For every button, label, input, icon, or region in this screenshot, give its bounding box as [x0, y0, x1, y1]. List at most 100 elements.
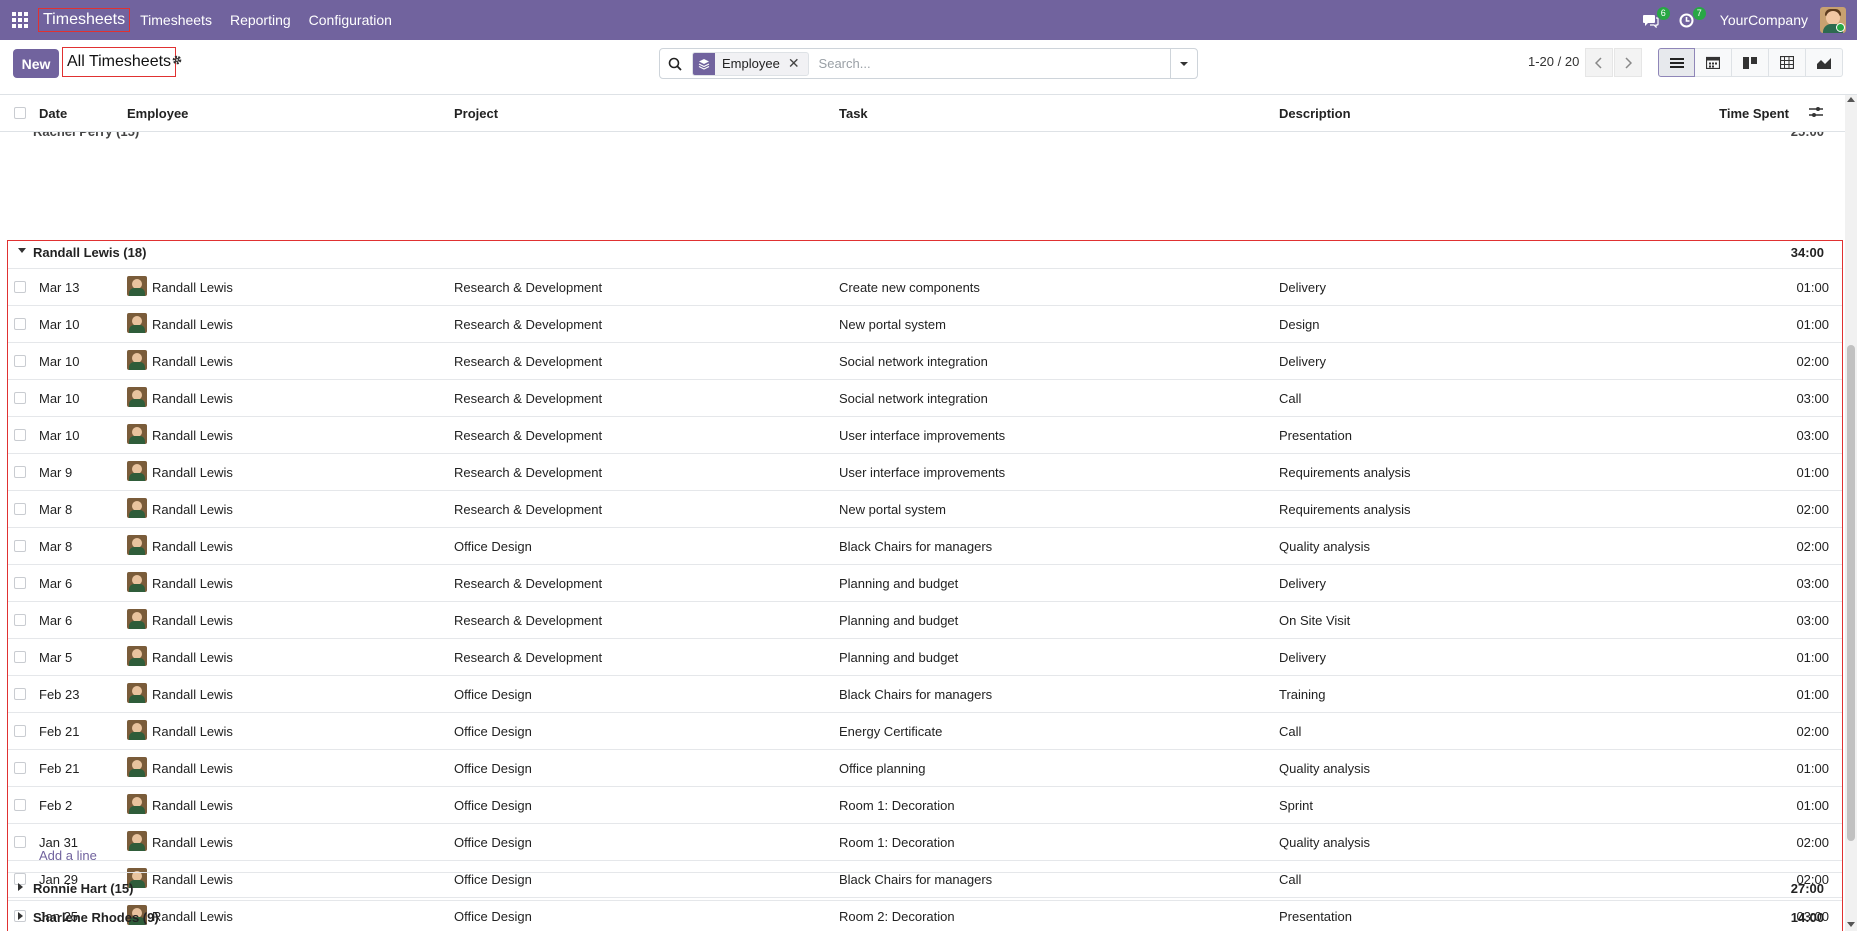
employee-cell[interactable]: Randall Lewis [152, 761, 233, 776]
menu-configuration[interactable]: Configuration [309, 12, 392, 28]
scroll-thumb[interactable] [1847, 345, 1855, 841]
employee-cell[interactable]: Randall Lewis [152, 465, 233, 480]
row-checkbox[interactable] [14, 466, 26, 478]
table-row[interactable]: Mar 10 Randall Lewis Research & Developmen… [7, 379, 1843, 416]
search-icon[interactable] [660, 57, 690, 71]
table-row[interactable]: Mar 9 Randall Lewis Research & Development… [7, 453, 1843, 490]
employee-cell[interactable]: Randall Lewis [152, 354, 233, 369]
calendar-view-icon[interactable] [1695, 48, 1732, 77]
employee-cell[interactable]: Randall Lewis [152, 502, 233, 517]
scroll-down-icon[interactable] [1847, 922, 1855, 927]
row-checkbox[interactable] [14, 577, 26, 589]
table-row[interactable]: Feb 2 Randall Lewis Office Design Room 1: D… [7, 786, 1843, 823]
date-cell: Feb 21 [39, 724, 80, 739]
table-row[interactable]: Mar 10 Randall Lewis Research & Developmen… [7, 342, 1843, 379]
group-label: Ronnie Hart (15) [33, 881, 134, 896]
select-all-checkbox[interactable] [14, 107, 26, 119]
search-input[interactable] [816, 55, 1170, 72]
employee-cell[interactable]: Randall Lewis [152, 428, 233, 443]
employee-cell[interactable]: Randall Lewis [152, 317, 233, 332]
group-total: 34:00 [1790, 245, 1824, 260]
column-employee[interactable]: Employee [127, 106, 188, 121]
column-time-spent[interactable]: Time Spent [1719, 106, 1789, 121]
employee-cell[interactable]: Randall Lewis [152, 613, 233, 628]
search-options-toggle[interactable] [1170, 49, 1197, 78]
list-view-icon[interactable] [1658, 48, 1695, 77]
messages-icon[interactable]: 6 [1640, 7, 1670, 31]
employee-cell[interactable]: Randall Lewis [152, 539, 233, 554]
row-checkbox[interactable] [14, 540, 26, 552]
add-line-link[interactable]: Add a line [39, 848, 97, 863]
table-row[interactable]: Mar 8 Randall Lewis Research & Development… [7, 490, 1843, 527]
employee-cell[interactable]: Randall Lewis [152, 724, 233, 739]
pivot-view-icon[interactable] [1769, 48, 1806, 77]
kanban-view-icon[interactable] [1732, 48, 1769, 77]
gear-icon[interactable] [171, 54, 185, 68]
task-cell: Social network integration [839, 354, 988, 369]
task-cell: Office planning [839, 761, 926, 776]
time-spent-cell: 03:00 [1796, 391, 1829, 406]
optional-columns-toggle-icon[interactable] [1809, 106, 1823, 121]
table-row[interactable]: Jan 31 Randall Lewis Office Design Room 1: … [7, 823, 1843, 860]
employee-cell[interactable]: Randall Lewis [152, 798, 233, 813]
scroll-up-icon[interactable] [1847, 97, 1855, 102]
apps-menu-icon[interactable] [0, 0, 40, 40]
table-row[interactable]: Mar 5 Randall Lewis Research & Development… [7, 638, 1843, 675]
employee-cell[interactable]: Randall Lewis [152, 687, 233, 702]
row-checkbox[interactable] [14, 355, 26, 367]
pager-value[interactable]: 1-20 / 20 [1528, 54, 1579, 69]
time-spent-cell: 03:00 [1796, 613, 1829, 628]
employee-cell[interactable]: Randall Lewis [152, 650, 233, 665]
menu-timesheets[interactable]: Timesheets [140, 12, 212, 28]
table-row[interactable]: Mar 6 Randall Lewis Research & Development… [7, 601, 1843, 638]
app-brand[interactable]: Timesheets [38, 8, 131, 32]
menu-reporting[interactable]: Reporting [230, 12, 291, 28]
table-row[interactable]: Feb 23 Randall Lewis Office Design Black Ch… [7, 675, 1843, 712]
employee-cell[interactable]: Randall Lewis [152, 391, 233, 406]
table-row[interactable]: Jan 29 Randall Lewis Office Design Black Ch… [7, 860, 1843, 897]
column-description[interactable]: Description [1279, 106, 1351, 121]
column-task[interactable]: Task [839, 106, 868, 121]
row-checkbox[interactable] [14, 725, 26, 737]
employee-cell[interactable]: Randall Lewis [152, 835, 233, 850]
graph-view-icon[interactable] [1806, 48, 1843, 77]
user-avatar[interactable] [1820, 7, 1846, 33]
employee-cell[interactable]: Randall Lewis [152, 872, 233, 887]
project-cell: Research & Development [454, 428, 603, 443]
time-spent-cell: 01:00 [1796, 687, 1829, 702]
row-checkbox[interactable] [14, 651, 26, 663]
vertical-scrollbar[interactable] [1845, 95, 1857, 931]
activities-icon[interactable]: 7 [1676, 7, 1706, 31]
pager-previous-button[interactable] [1585, 48, 1613, 77]
row-checkbox[interactable] [14, 836, 26, 848]
pager-next-button[interactable] [1614, 48, 1642, 77]
row-checkbox[interactable] [14, 614, 26, 626]
employee-cell[interactable]: Randall Lewis [152, 576, 233, 591]
search-bar: Employee ✕ [659, 48, 1198, 79]
row-checkbox[interactable] [14, 281, 26, 293]
row-checkbox[interactable] [14, 503, 26, 515]
table-row[interactable]: Jan 25 Randall Lewis Office Design Room 2: … [7, 897, 1843, 931]
row-checkbox[interactable] [14, 762, 26, 774]
row-checkbox[interactable] [14, 392, 26, 404]
table-row[interactable]: Mar 8 Randall Lewis Office Design Black Cha… [7, 527, 1843, 564]
new-button[interactable]: New [13, 49, 59, 78]
row-checkbox[interactable] [14, 799, 26, 811]
table-row[interactable]: Mar 10 Randall Lewis Research & Developmen… [7, 416, 1843, 453]
row-checkbox[interactable] [14, 318, 26, 330]
facet-label: Employee [722, 56, 780, 71]
table-row[interactable]: Mar 10 Randall Lewis Research & Developmen… [7, 305, 1843, 342]
column-date[interactable]: Date [39, 106, 67, 121]
date-cell: Mar 8 [39, 502, 73, 517]
facet-close-icon[interactable]: ✕ [788, 55, 808, 72]
table-row[interactable]: Feb 21 Randall Lewis Office Design Energy C… [7, 712, 1843, 749]
table-row[interactable]: Mar 6 Randall Lewis Research & Development… [7, 564, 1843, 601]
table-row[interactable]: Feb 21 Randall Lewis Office Design Office p… [7, 749, 1843, 786]
employee-cell[interactable]: Randall Lewis [152, 280, 233, 295]
row-checkbox[interactable] [14, 688, 26, 700]
column-project[interactable]: Project [454, 106, 498, 121]
row-checkbox[interactable] [14, 429, 26, 441]
employee-cell[interactable]: Randall Lewis [152, 909, 233, 924]
company-switcher[interactable]: YourCompany [1720, 12, 1808, 28]
table-row[interactable]: Mar 13 Randall Lewis Research & Developmen… [7, 268, 1843, 305]
